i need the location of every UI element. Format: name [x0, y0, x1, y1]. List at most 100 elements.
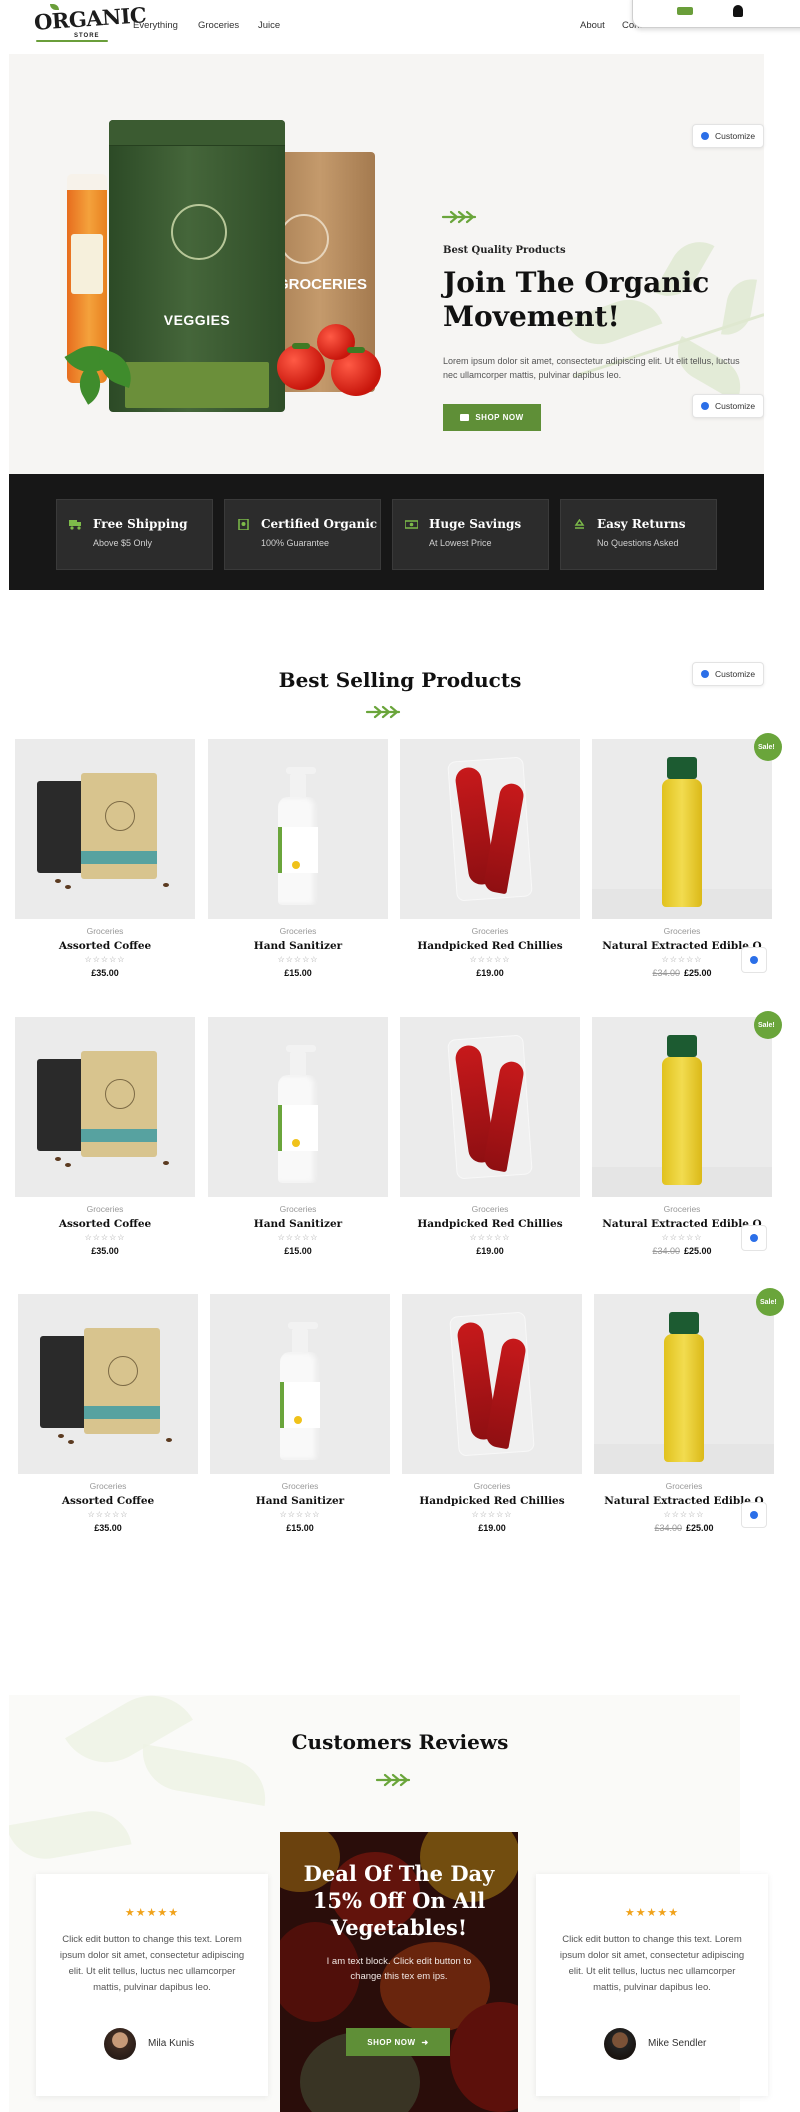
side-tool-button[interactable]: [741, 947, 767, 973]
product-image-coffee[interactable]: [18, 1294, 198, 1474]
green-bag-top: [109, 120, 285, 146]
product-rating: ☆☆☆☆☆: [469, 955, 511, 964]
feature-title: Certified Organic: [261, 517, 378, 531]
product-image-oil[interactable]: [592, 739, 772, 919]
product-name[interactable]: Hand Sanitizer: [208, 940, 388, 952]
oil-cap: [669, 1312, 699, 1334]
tomato-stem: [347, 347, 365, 353]
deal-of-the-day-banner: Deal Of The Day 15% Off On All Vegetable…: [280, 1832, 518, 2112]
product-image-sanitizer[interactable]: [208, 739, 388, 919]
product-price: £35.00: [94, 1523, 122, 1533]
product-image-sanitizer[interactable]: [210, 1294, 390, 1474]
recycle-icon: [574, 519, 585, 529]
hero-body: Lorem ipsum dolor sit amet, consectetur …: [443, 356, 740, 380]
user-icon[interactable]: [733, 5, 743, 17]
shop-now-button[interactable]: SHOP NOW: [443, 404, 541, 431]
product-sale-price: £25.00: [684, 968, 712, 978]
badge-icon: [238, 519, 249, 530]
coffee-bean: [68, 1440, 74, 1444]
product-name[interactable]: Assorted Coffee: [15, 940, 195, 952]
product-category: Groceries: [471, 1204, 509, 1214]
oil-bottle: [664, 1334, 704, 1462]
coffee-bean: [55, 1157, 61, 1161]
arrow-leaf-icon: [365, 705, 401, 719]
avatar: [104, 2028, 136, 2060]
tomato-stem: [292, 343, 310, 349]
feature-easy-returns: Easy Returns No Questions Asked: [560, 499, 717, 570]
product-category: Groceries: [473, 1481, 511, 1491]
product-name[interactable]: Assorted Coffee: [18, 1495, 198, 1507]
review-text: Click edit button to change this text. L…: [59, 1934, 245, 1993]
cart-icon[interactable]: [677, 7, 693, 15]
best-selling-title: Best Selling Products: [278, 668, 522, 692]
product-category: Groceries: [89, 1481, 127, 1491]
coffee-seal: [105, 801, 135, 831]
side-tool-button[interactable]: [741, 1225, 767, 1251]
arrow-leaf-icon: [375, 1773, 411, 1787]
side-tool-button[interactable]: [741, 1502, 767, 1528]
product-price: £35.00: [91, 1246, 119, 1256]
feature-title: Huge Savings: [429, 517, 522, 531]
customize-button[interactable]: Customize: [692, 124, 764, 148]
product-category: Groceries: [279, 1204, 317, 1214]
site-header: ORGANIC STORE Everything Groceries Juice…: [0, 0, 800, 54]
logo-sub: STORE: [74, 33, 100, 39]
product-name[interactable]: Hand Sanitizer: [208, 1218, 388, 1230]
product-image-chillies[interactable]: [402, 1294, 582, 1474]
green-bag-band: [125, 362, 269, 408]
feature-title: Easy Returns: [597, 517, 686, 531]
nav-everything[interactable]: Everything: [133, 20, 178, 31]
sanitizer-dot: [292, 1139, 300, 1147]
sanitizer-neck: [290, 1051, 306, 1077]
product-name[interactable]: Handpicked Red Chillies: [400, 1218, 580, 1230]
product-old-price: £34.00: [652, 1246, 680, 1256]
product-rating: ☆☆☆☆☆: [277, 1233, 319, 1242]
cart-icon: [460, 414, 470, 421]
customize-icon: [750, 1511, 758, 1519]
product-price: £19.00: [476, 968, 504, 978]
product-name[interactable]: Assorted Coffee: [15, 1218, 195, 1230]
green-bag-seal: [171, 204, 227, 260]
money-icon: [405, 520, 418, 529]
review-stars: ★★★★★: [624, 1907, 680, 1919]
organic-store-logo[interactable]: ORGANIC STORE: [33, 2, 147, 44]
reviewer-name: Mike Sendler: [648, 2038, 707, 2049]
deal-title: Deal Of The Day 15% Off On All Vegetable…: [303, 1861, 495, 1940]
product-rating: ☆☆☆☆☆: [84, 1233, 126, 1242]
product-category: Groceries: [86, 926, 124, 936]
features-strip: Free Shipping Above $5 Only Certified Or…: [9, 474, 764, 590]
product-price: £15.00: [284, 968, 312, 978]
product-image-oil[interactable]: [592, 1017, 772, 1197]
nav-groceries[interactable]: Groceries: [198, 20, 239, 31]
product-name[interactable]: Handpicked Red Chillies: [402, 1495, 582, 1507]
product-name[interactable]: Handpicked Red Chillies: [400, 940, 580, 952]
coffee-bean: [65, 885, 71, 889]
coffee-band: [81, 1129, 157, 1142]
review-card: ★★★★★ Click edit button to change this t…: [536, 1874, 768, 2096]
leaf-decoration: [9, 1804, 132, 1866]
product-image-coffee[interactable]: [15, 739, 195, 919]
arrow-leaf-icon: [441, 210, 477, 224]
product-name[interactable]: Hand Sanitizer: [210, 1495, 390, 1507]
nav-about[interactable]: About: [580, 20, 605, 31]
product-image-oil[interactable]: [594, 1294, 774, 1474]
coffee-bean: [65, 1163, 71, 1167]
coffee-bean: [163, 1161, 169, 1165]
tomato: [277, 344, 325, 390]
review-stars: ★★★★★: [124, 1907, 180, 1919]
product-image-chillies[interactable]: [400, 739, 580, 919]
feature-subtitle: 100% Guarantee: [261, 538, 330, 548]
customize-button[interactable]: Customize: [692, 394, 764, 418]
product-image-chillies[interactable]: [400, 1017, 580, 1197]
reviewer-name: Mila Kunis: [148, 2038, 195, 2049]
product-image-sanitizer[interactable]: [208, 1017, 388, 1197]
customize-button[interactable]: Customize: [692, 662, 764, 686]
tomato: [317, 324, 355, 360]
deal-shop-now-button[interactable]: SHOP NOW ➜: [346, 2028, 450, 2056]
review-card: ★★★★★ Click edit button to change this t…: [36, 1874, 268, 2096]
overlay-panel: [632, 0, 800, 28]
product-image-coffee[interactable]: [15, 1017, 195, 1197]
nav-juice[interactable]: Juice: [258, 20, 280, 31]
product-rating: ☆☆☆☆☆: [277, 955, 319, 964]
coffee-bean: [58, 1434, 64, 1438]
